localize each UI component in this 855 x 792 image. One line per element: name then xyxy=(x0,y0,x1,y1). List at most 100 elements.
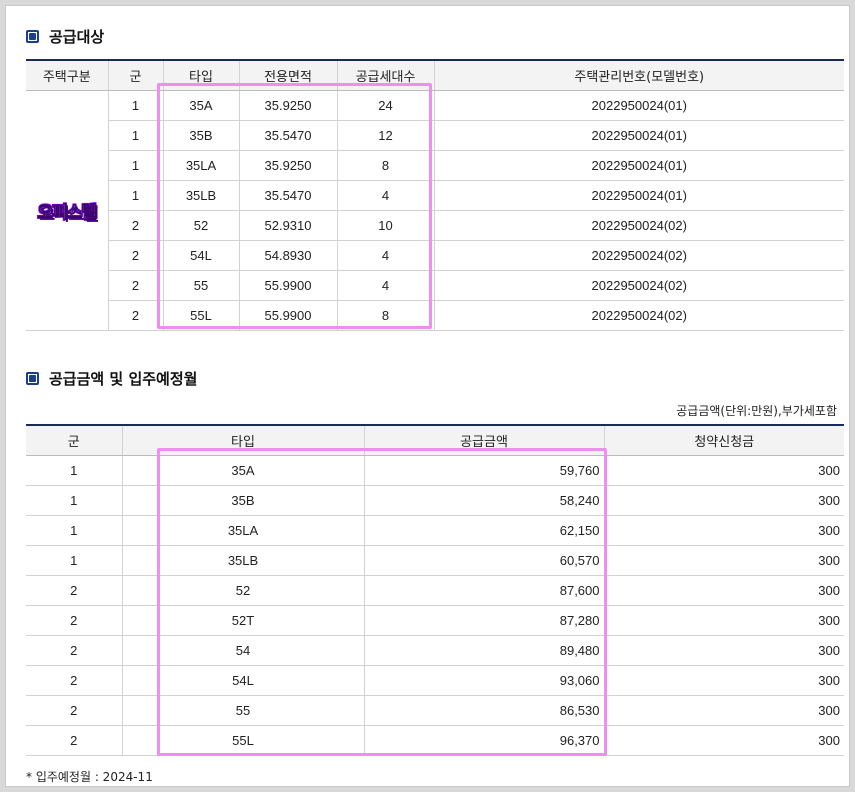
unit-note: 공급금액(단위:만원),부가세포함 xyxy=(676,404,837,418)
col-header: 주택구분 xyxy=(26,60,109,91)
price-cell: 87,600 xyxy=(364,575,605,606)
price-cell: 86,530 xyxy=(364,695,605,726)
type-cell: 35B xyxy=(163,120,240,151)
group-cell: 2 xyxy=(26,575,123,606)
col-header: 타입 xyxy=(163,60,240,91)
col-header: 군 xyxy=(26,425,123,456)
table-row: 2 55 86,530 300 xyxy=(26,695,844,726)
group-cell: 2 xyxy=(26,725,123,756)
type-cell: 52 xyxy=(163,210,240,241)
units-cell: 12 xyxy=(337,120,435,151)
table-row: 2 52T 87,280 300 xyxy=(26,605,844,636)
units-cell: 4 xyxy=(337,270,435,301)
col-header: 타입 xyxy=(122,425,365,456)
mgmt-cell: 2022950024(01) xyxy=(434,150,844,181)
group-cell: 1 xyxy=(108,150,164,181)
type-cell: 35LA xyxy=(163,150,240,181)
price-table: 군 타입 공급금액 청약신청금 1 35A 59,760 300 1 35B 5… xyxy=(26,424,844,756)
deposit-cell: 300 xyxy=(604,725,844,756)
type-cell: 55 xyxy=(163,270,240,301)
deposit-cell: 300 xyxy=(604,575,844,606)
price-cell: 62,150 xyxy=(364,515,605,546)
units-cell: 10 xyxy=(337,210,435,241)
category-label: 오피스텔 xyxy=(37,203,97,223)
deposit-cell: 300 xyxy=(604,515,844,546)
group-cell: 2 xyxy=(26,695,123,726)
type-cell: 54L xyxy=(122,665,365,696)
mgmt-cell: 2022950024(01) xyxy=(434,120,844,151)
table-header-row: 주택구분 군 타입 전용면적 공급세대수 주택관리번호(모델번호) xyxy=(26,60,844,91)
type-cell: 52 xyxy=(122,575,365,606)
type-cell: 54L xyxy=(163,240,240,271)
mgmt-cell: 2022950024(02) xyxy=(434,240,844,271)
type-cell: 55L xyxy=(163,300,240,331)
category-cell: 오피스텔 xyxy=(26,90,109,331)
deposit-cell: 300 xyxy=(604,635,844,666)
mgmt-cell: 2022950024(01) xyxy=(434,90,844,121)
group-cell: 1 xyxy=(108,90,164,121)
deposit-cell: 300 xyxy=(604,455,844,486)
supply-target-table: 주택구분 군 타입 전용면적 공급세대수 주택관리번호(모델번호) 오피스텔 1… xyxy=(26,59,844,331)
price-cell: 96,370 xyxy=(364,725,605,756)
group-cell: 2 xyxy=(108,240,164,271)
square-bullet-icon xyxy=(26,30,39,43)
group-cell: 2 xyxy=(26,665,123,696)
table-row: 1 35LA 62,150 300 xyxy=(26,515,844,546)
group-cell: 1 xyxy=(26,485,123,516)
move-in-footnote: * 입주예정월 : 2024-11 xyxy=(26,770,153,784)
square-bullet-icon xyxy=(26,372,39,385)
price-cell: 93,060 xyxy=(364,665,605,696)
table-row: 1 35B 58,240 300 xyxy=(26,485,844,516)
table-row: 2 55 55.9900 4 2022950024(02) xyxy=(26,270,844,301)
units-cell: 24 xyxy=(337,90,435,121)
table-row: 1 35B 35.5470 12 2022950024(01) xyxy=(26,120,844,151)
type-cell: 52T xyxy=(122,605,365,636)
table-row: 1 35LB 60,570 300 xyxy=(26,545,844,576)
area-cell: 35.5470 xyxy=(239,120,338,151)
area-cell: 35.5470 xyxy=(239,180,338,211)
type-cell: 35LA xyxy=(122,515,365,546)
deposit-cell: 300 xyxy=(604,695,844,726)
table-row: 2 54L 93,060 300 xyxy=(26,665,844,696)
group-cell: 2 xyxy=(108,300,164,331)
table-row: 2 54 89,480 300 xyxy=(26,635,844,666)
section-title-text: 공급대상 xyxy=(49,28,105,46)
section-title-price: 공급금액 및 입주예정월 xyxy=(26,368,197,389)
table-row: 오피스텔 1 35A 35.9250 24 2022950024(01) xyxy=(26,90,844,331)
area-cell: 55.9900 xyxy=(239,300,338,331)
col-header: 주택관리번호(모델번호) xyxy=(434,60,844,91)
type-cell: 55 xyxy=(122,695,365,726)
col-header: 전용면적 xyxy=(239,60,338,91)
units-cell: 8 xyxy=(337,300,435,331)
deposit-cell: 300 xyxy=(604,605,844,636)
area-cell: 55.9900 xyxy=(239,270,338,301)
type-cell: 35A xyxy=(122,455,365,486)
table-header-row: 군 타입 공급금액 청약신청금 xyxy=(26,425,844,456)
area-cell: 52.9310 xyxy=(239,210,338,241)
group-cell: 2 xyxy=(108,210,164,241)
group-cell: 2 xyxy=(26,605,123,636)
table-row: 1 35LA 35.9250 8 2022950024(01) xyxy=(26,150,844,181)
group-cell: 1 xyxy=(26,455,123,486)
table-row: 1 35A 59,760 300 xyxy=(26,455,844,486)
type-cell: 35A xyxy=(163,90,240,121)
area-cell: 35.9250 xyxy=(239,150,338,181)
type-cell: 54 xyxy=(122,635,365,666)
table-row: 1 35LB 35.5470 4 2022950024(01) xyxy=(26,180,844,211)
units-cell: 4 xyxy=(337,240,435,271)
deposit-cell: 300 xyxy=(604,665,844,696)
deposit-cell: 300 xyxy=(604,485,844,516)
price-cell: 60,570 xyxy=(364,545,605,576)
col-header: 청약신청금 xyxy=(604,425,844,456)
table-row: 2 54L 54.8930 4 2022950024(02) xyxy=(26,240,844,271)
units-cell: 8 xyxy=(337,150,435,181)
area-cell: 54.8930 xyxy=(239,240,338,271)
price-cell: 87,280 xyxy=(364,605,605,636)
type-cell: 35LB xyxy=(122,545,365,576)
mgmt-cell: 2022950024(02) xyxy=(434,300,844,331)
mgmt-cell: 2022950024(01) xyxy=(434,180,844,211)
section-title-supply-target: 공급대상 xyxy=(26,26,104,47)
col-header: 공급금액 xyxy=(364,425,605,456)
section-title-text: 공급금액 및 입주예정월 xyxy=(49,370,198,388)
group-cell: 2 xyxy=(108,270,164,301)
